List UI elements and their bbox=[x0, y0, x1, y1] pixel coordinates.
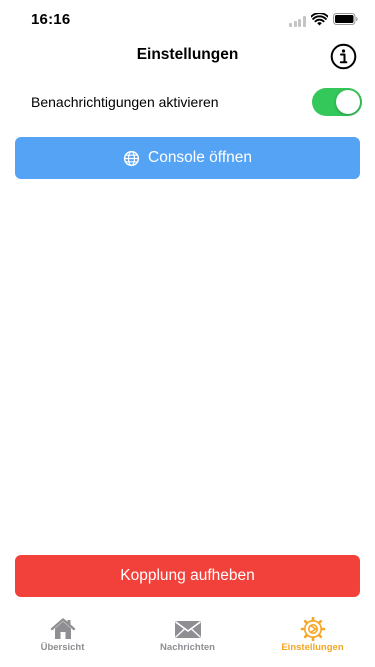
navigation-bar: Einstellungen bbox=[0, 40, 375, 72]
tab-bar: Übersicht Nachrichten Einstellungen bbox=[0, 612, 375, 667]
wifi-icon bbox=[311, 13, 328, 26]
open-console-label: Console öffnen bbox=[148, 149, 252, 166]
tab-settings[interactable]: Einstellungen bbox=[250, 612, 375, 667]
status-time: 16:16 bbox=[31, 11, 71, 28]
envelope-icon bbox=[174, 621, 201, 638]
globe-icon bbox=[123, 150, 140, 166]
notifications-setting-row: Benachrichtigungen aktivieren bbox=[0, 86, 375, 118]
tab-overview-label: Übersicht bbox=[40, 642, 85, 653]
gear-icon bbox=[300, 617, 325, 641]
unpair-label: Kopplung aufheben bbox=[120, 567, 255, 584]
status-bar: 16:16 bbox=[0, 0, 375, 40]
home-icon bbox=[50, 618, 75, 639]
tab-settings-label: Einstellungen bbox=[281, 642, 344, 653]
notifications-toggle[interactable] bbox=[312, 88, 362, 116]
info-circle-icon[interactable] bbox=[330, 43, 357, 70]
tab-messages[interactable]: Nachrichten bbox=[125, 612, 250, 667]
battery-icon bbox=[333, 13, 358, 25]
page-title: Einstellungen bbox=[136, 46, 239, 63]
tab-overview[interactable]: Übersicht bbox=[0, 612, 125, 667]
toggle-knob bbox=[336, 90, 360, 114]
open-console-button[interactable]: Console öffnen bbox=[15, 137, 360, 179]
notifications-label: Benachrichtigungen aktivieren bbox=[31, 94, 219, 110]
unpair-button[interactable]: Kopplung aufheben bbox=[15, 555, 360, 597]
cellular-signal-icon bbox=[289, 16, 306, 27]
tab-messages-label: Nachrichten bbox=[160, 642, 215, 653]
